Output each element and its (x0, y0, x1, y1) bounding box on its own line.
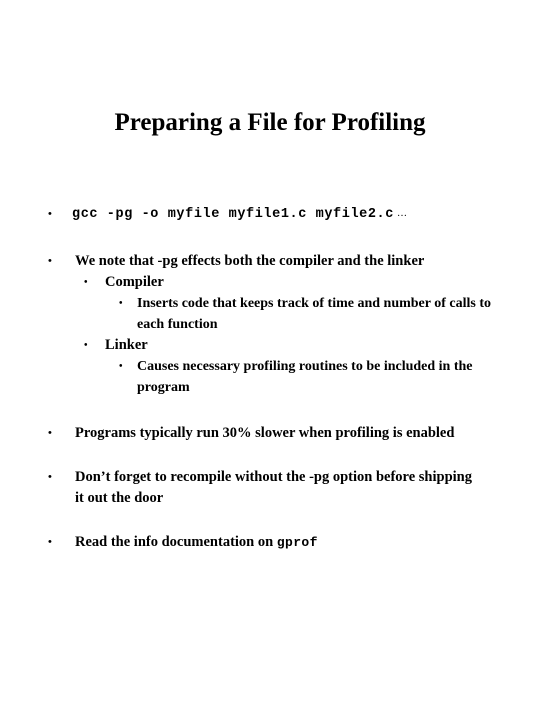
slide-body: • gcc -pg -o myfile myfile1.c myfile2.c…… (0, 203, 540, 553)
list-item: • gcc -pg -o myfile myfile1.c myfile2.c… (0, 203, 540, 226)
bullet-glyph-icon: • (119, 361, 123, 372)
bullet-glyph-icon: • (119, 298, 123, 309)
bullet-glyph-icon: • (84, 277, 88, 288)
bullet-glyph-icon: • (48, 427, 52, 439)
bullet-glyph-icon: • (48, 536, 52, 548)
slide: Preparing a File for Profiling • gcc -pg… (0, 0, 540, 720)
list-item: • Programs typically run 30% slower when… (0, 423, 540, 444)
page-title: Preparing a File for Profiling (114, 109, 426, 136)
list-item: • Read the info documentation on gprof (0, 532, 540, 553)
gprof-command-text: gprof (276, 535, 318, 550)
list-item: • Causes necessary profiling routines to… (0, 356, 540, 398)
list-item-text: Read the info documentation on gprof (75, 532, 480, 553)
list-item-text: gcc -pg -o myfile myfile1.c myfile2.c… (72, 203, 520, 226)
list-item: • We note that -pg effects both the comp… (0, 251, 540, 272)
list-item-text: We note that -pg effects both the compil… (75, 253, 425, 269)
bullet-glyph-icon: • (48, 208, 52, 220)
list-item: • Inserts code that keeps track of time … (0, 293, 540, 335)
list-item-text: Don’t forget to recompile without the -p… (75, 469, 472, 506)
list-item-text: Programs typically run 30% slower when p… (75, 425, 455, 441)
list-item-text: Inserts code that keeps track of time an… (137, 296, 491, 332)
bullet-glyph-icon: • (48, 471, 52, 483)
list-item-text: Causes necessary profiling routines to b… (137, 359, 473, 395)
bullet-glyph-icon: • (84, 340, 88, 351)
ellipsis-text: … (396, 208, 407, 219)
list-item: • Linker (0, 335, 540, 356)
command-text: gcc -pg -o myfile myfile1.c myfile2.c (72, 207, 394, 222)
list-item-text: Compiler (105, 274, 164, 290)
list-item: • Don’t forget to recompile without the … (0, 467, 540, 509)
bullet-glyph-icon: • (48, 255, 52, 267)
list-item-text-prefix: Read the info documentation on (75, 534, 277, 550)
list-item: • Compiler (0, 272, 540, 293)
list-item-text: Linker (105, 337, 148, 353)
